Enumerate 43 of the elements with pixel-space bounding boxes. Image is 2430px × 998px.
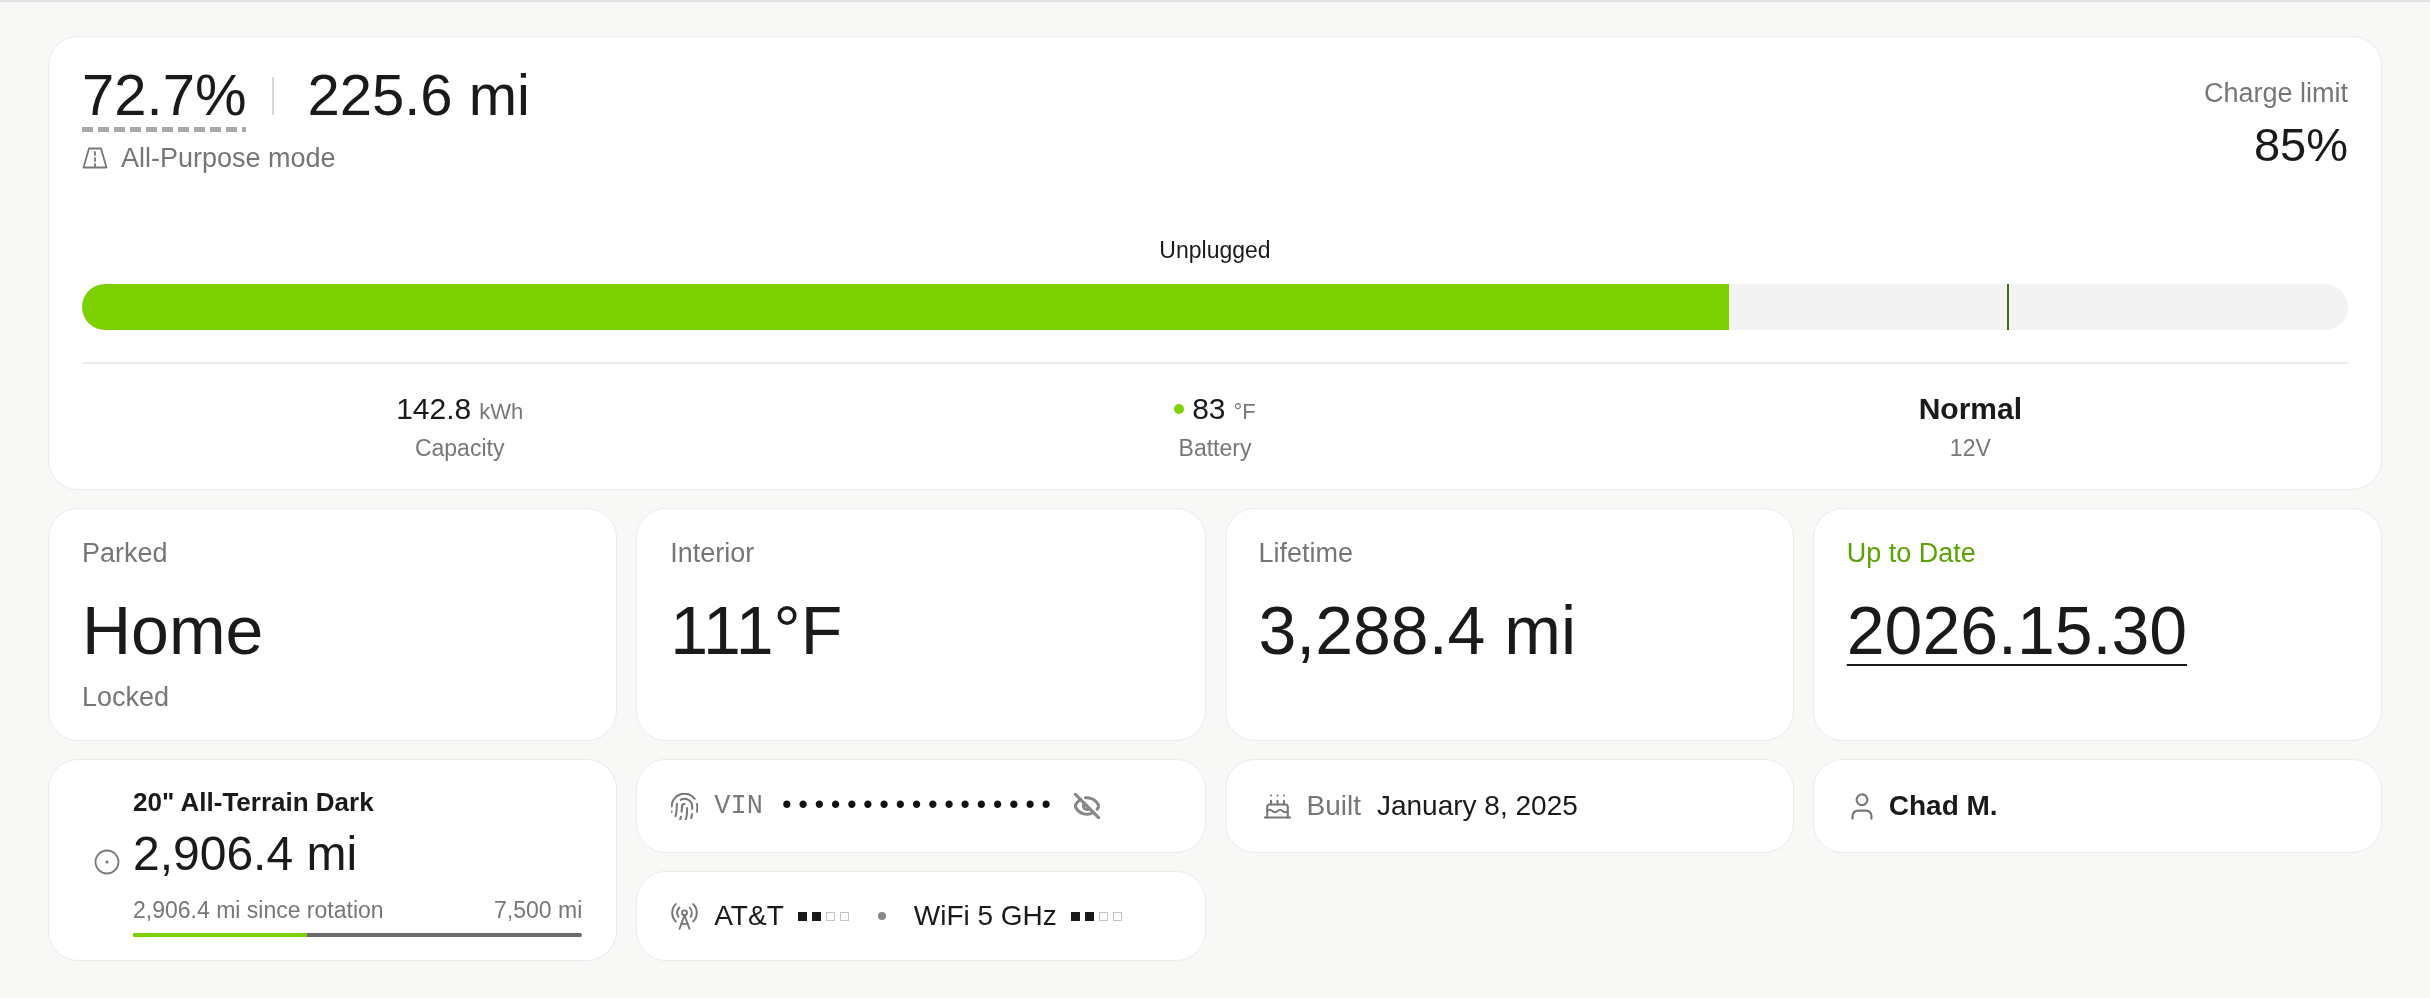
stat-unit: kWh — [479, 399, 524, 425]
cake-icon — [1263, 792, 1291, 820]
range-value: 225.6 mi — [307, 63, 530, 127]
eye-slash-icon[interactable] — [1074, 793, 1101, 819]
signal-strength-icon — [797, 911, 850, 921]
card-label: Interior — [670, 537, 755, 569]
network-name: WiFi 5 GHz — [913, 899, 1057, 933]
card-label: Lifetime — [1258, 537, 1354, 569]
stat-label: 12V — [1949, 434, 1991, 462]
update-status: Up to Date — [1846, 537, 1976, 569]
tire-mileage: 2,906.4 mi — [133, 826, 358, 882]
signal-strength-icon — [1070, 911, 1123, 921]
charging-status: Unplugged — [1159, 236, 1271, 264]
card-value: 111°F — [670, 591, 843, 670]
card-note: Locked — [82, 681, 170, 713]
vin-label: VIN — [714, 790, 763, 823]
antenna-icon — [671, 902, 699, 930]
card-label: Parked — [82, 537, 168, 569]
built-date: January 8, 2025 — [1376, 789, 1578, 823]
stat-value: 83 — [1192, 391, 1226, 427]
tire-name: 20" All-Terrain Dark — [133, 786, 374, 818]
charge-limit-label: Charge limit — [2203, 77, 2348, 109]
since-rotation: 2,906.4 mi since rotation — [133, 896, 384, 924]
stat-value: 142.8 — [396, 391, 472, 427]
network-name: AT&T — [714, 899, 784, 933]
separator-dot-icon — [877, 912, 886, 920]
drive-mode: All-Purpose mode — [121, 142, 336, 174]
software-version-link[interactable]: 2026.15.30 — [1846, 590, 2188, 670]
fingerprint-icon — [671, 792, 699, 820]
person-icon — [1850, 792, 1873, 820]
charge-limit-value: 85% — [2253, 118, 2348, 172]
card-value: Home — [82, 591, 264, 670]
vin-value: ••••••••••••••••• — [778, 790, 1055, 823]
owner-name: Chad M. — [1888, 789, 1998, 823]
stat-label: Battery — [1178, 434, 1252, 462]
circle-dot-icon — [94, 848, 120, 875]
card-value: 3,288.4 mi — [1258, 591, 1577, 670]
stat-label: Capacity — [414, 434, 505, 462]
rotation-interval: 7,500 mi — [494, 896, 583, 924]
built-label: Built — [1306, 789, 1361, 823]
stat-unit: °F — [1233, 399, 1256, 425]
road-icon — [82, 147, 108, 169]
stat-value: Normal — [1918, 391, 2022, 427]
